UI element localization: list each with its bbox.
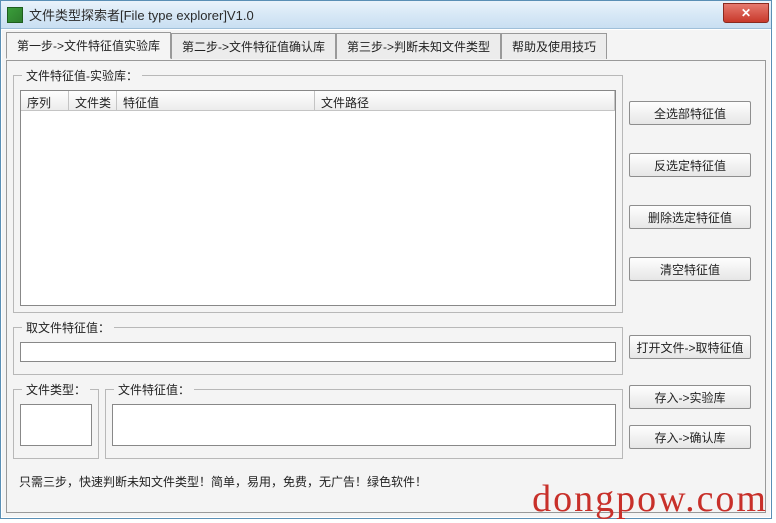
app-icon (7, 7, 23, 23)
tabstrip: 第一步->文件特征值实验库 第二步->文件特征值确认库 第三步->判断未知文件类… (6, 34, 766, 58)
group-feature-lib: 文件特征值-实验库： 序列 文件类 特征值 文件路径 (13, 67, 623, 313)
table-body[interactable] (21, 111, 615, 305)
client-area: 第一步->文件特征值实验库 第二步->文件特征值确认库 第三步->判断未知文件类… (1, 29, 771, 518)
tabpanel-step1: 文件特征值-实验库： 序列 文件类 特征值 文件路径 (6, 60, 766, 513)
save-buttons: 存入->实验库 存入->确认库 (629, 381, 759, 459)
col-index[interactable]: 序列 (21, 91, 69, 110)
col-feature[interactable]: 特征值 (117, 91, 315, 110)
titlebar: 文件类型探索者[File type explorer]V1.0 ✕ (1, 1, 771, 29)
group-file-feature-label: 文件特征值： (114, 381, 194, 398)
side-buttons: 全选部特征值 反选定特征值 删除选定特征值 清空特征值 (629, 67, 759, 313)
col-filetype[interactable]: 文件类 (69, 91, 117, 110)
group-feature-lib-label: 文件特征值-实验库： (22, 67, 142, 84)
close-button[interactable]: ✕ (723, 3, 769, 23)
group-file-type-label: 文件类型： (22, 381, 90, 398)
save-lib-button[interactable]: 存入->实验库 (629, 385, 751, 409)
tab-step3[interactable]: 第三步->判断未知文件类型 (336, 33, 501, 59)
close-icon: ✕ (741, 6, 751, 20)
footer-note: 只需三步，快速判断未知文件类型！简单，易用，免费，无广告！绿色软件！ (13, 465, 759, 494)
open-file-side: 打开文件->取特征值 (629, 319, 759, 375)
tab-step2[interactable]: 第二步->文件特征值确认库 (171, 33, 336, 59)
clear-button[interactable]: 清空特征值 (629, 257, 751, 281)
file-type-input[interactable] (20, 404, 92, 446)
delete-selected-button[interactable]: 删除选定特征值 (629, 205, 751, 229)
invert-select-button[interactable]: 反选定特征值 (629, 153, 751, 177)
group-get-value: 取文件特征值： (13, 319, 623, 375)
tab-step1[interactable]: 第一步->文件特征值实验库 (6, 32, 171, 59)
file-feature-input[interactable] (112, 404, 616, 446)
group-get-value-label: 取文件特征值： (22, 319, 114, 336)
feature-table[interactable]: 序列 文件类 特征值 文件路径 (20, 90, 616, 306)
app-window: 文件类型探索者[File type explorer]V1.0 ✕ 第一步->文… (0, 0, 772, 519)
select-all-button[interactable]: 全选部特征值 (629, 101, 751, 125)
window-title: 文件类型探索者[File type explorer]V1.0 (29, 5, 254, 24)
group-file-type: 文件类型： (13, 381, 99, 459)
col-path[interactable]: 文件路径 (315, 91, 615, 110)
open-file-button[interactable]: 打开文件->取特征值 (629, 335, 751, 359)
table-header: 序列 文件类 特征值 文件路径 (21, 91, 615, 111)
get-value-input[interactable] (20, 342, 616, 362)
save-confirm-button[interactable]: 存入->确认库 (629, 425, 751, 449)
tab-help[interactable]: 帮助及使用技巧 (501, 33, 607, 59)
group-file-feature: 文件特征值： (105, 381, 623, 459)
